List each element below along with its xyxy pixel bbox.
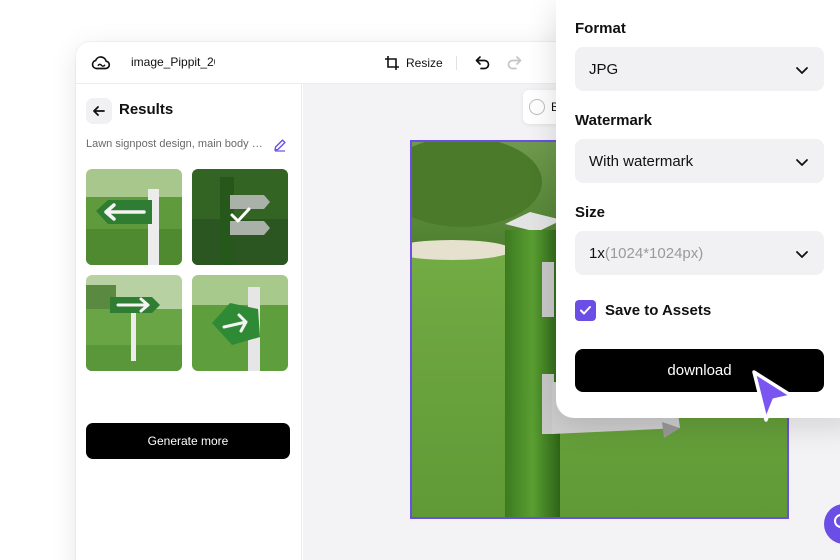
size-value-wrap: 1x(1024*1024px) [589, 245, 703, 262]
save-to-assets-label[interactable]: Save to Assets [605, 302, 711, 319]
size-label: Size [575, 204, 606, 221]
size-select[interactable]: 1x(1024*1024px) [575, 231, 824, 275]
format-value: JPG [589, 61, 619, 78]
prompt-text: Lawn signpost design, main body made of … [86, 138, 266, 150]
results-title: Results [119, 101, 174, 118]
result-thumbnail[interactable] [192, 275, 288, 371]
download-settings-panel: Format JPG Watermark With watermark Size… [556, 0, 840, 418]
resize-icon [385, 56, 399, 70]
toolbar-divider [456, 56, 457, 70]
watermark-value: With watermark [589, 153, 694, 170]
resize-button[interactable]: Resize [384, 52, 443, 74]
result-thumbnail-selected[interactable] [192, 169, 288, 265]
edit-icon[interactable] [273, 138, 287, 152]
cloud-icon[interactable] [90, 52, 112, 74]
back-arrow-icon [93, 106, 105, 116]
generate-more-button[interactable]: Generate more [86, 423, 290, 459]
chevron-down-icon [796, 251, 808, 258]
resize-label: Resize [406, 56, 443, 70]
undo-icon[interactable] [474, 53, 492, 71]
size-value: 1x [589, 245, 605, 262]
result-thumbnail[interactable] [86, 275, 182, 371]
help-icon [834, 514, 840, 528]
redo-icon[interactable] [505, 53, 523, 71]
file-name[interactable]: image_Pippit_2025 [131, 55, 215, 69]
cursor-icon [752, 370, 794, 422]
format-select[interactable]: JPG [575, 47, 824, 91]
watermark-select[interactable]: With watermark [575, 139, 824, 183]
save-to-assets-checkbox[interactable] [575, 300, 596, 321]
format-label: Format [575, 20, 626, 37]
watermark-label: Watermark [575, 112, 652, 129]
chevron-down-icon [796, 159, 808, 166]
chevron-down-icon [796, 67, 808, 74]
check-icon [580, 306, 591, 315]
back-button[interactable] [86, 98, 112, 124]
size-hint: (1024*1024px) [604, 245, 704, 262]
circle-icon [529, 99, 545, 115]
result-thumbnail[interactable] [86, 169, 182, 265]
results-panel: Results Lawn signpost design, main body … [76, 84, 302, 560]
